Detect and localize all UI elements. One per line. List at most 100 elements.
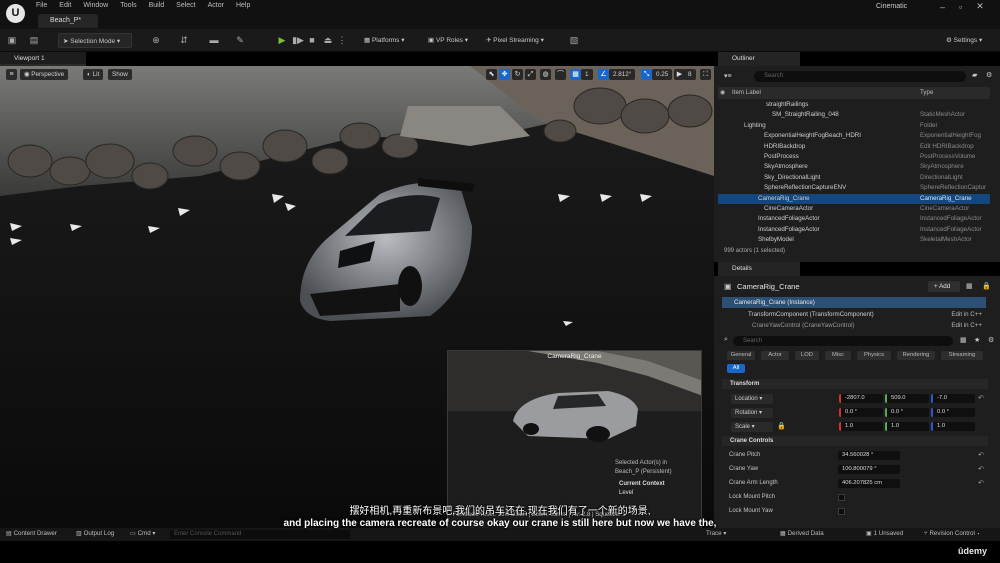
outliner-row[interactable]: Lighting Folder	[718, 121, 990, 131]
scale-icon[interactable]: ⤢	[525, 69, 536, 80]
output-log-button[interactable]: ▥ Output Log	[76, 530, 114, 537]
menu-tools[interactable]: Tools	[114, 2, 142, 9]
settings-gear-icon[interactable]: ⚙	[986, 71, 992, 79]
crane-controls-section-header[interactable]: Crane Controls	[722, 436, 988, 446]
details-search-input[interactable]: Search	[733, 336, 953, 346]
outliner-row[interactable]: straightRailings	[718, 100, 990, 110]
outliner-search-input[interactable]: Search	[754, 71, 966, 82]
camera-speed-value[interactable]: 8	[684, 69, 696, 80]
folder-add-icon[interactable]: ▰	[972, 71, 977, 79]
outliner-row[interactable]: InstancedFoliageActor InstancedFoliageAct…	[718, 214, 990, 224]
rotation-z-field[interactable]: 0.0 °	[931, 408, 975, 417]
outliner-row[interactable]: HDRIBackdrop Edit HDRIBackdrop	[718, 142, 990, 152]
category-actor[interactable]: Actor	[761, 351, 789, 360]
platforms-button[interactable]: ▦ Platforms ▾	[360, 33, 408, 48]
lock-icon[interactable]: 🔒	[982, 282, 991, 290]
close-icon[interactable]: ✕	[976, 1, 984, 12]
level-tab[interactable]: Beach_P*	[38, 14, 98, 28]
selection-mode-dropdown[interactable]: ➤ Selection Mode ▾	[58, 33, 132, 48]
viewport-menu-icon[interactable]: ≡	[6, 69, 17, 80]
grid-view-icon[interactable]: ▦	[960, 336, 967, 344]
details-tab[interactable]: Details	[718, 262, 800, 276]
perspective-button[interactable]: ◉ Perspective	[20, 69, 69, 80]
scale-dropdown[interactable]: Scale ▾	[731, 422, 773, 432]
save-icon[interactable]: ▣	[6, 34, 18, 46]
category-streaming[interactable]: Streaming	[941, 351, 983, 360]
column-type[interactable]: Type	[920, 89, 933, 96]
blueprint-icon-details[interactable]: ▦	[966, 282, 973, 290]
outliner-row[interactable]: CineCameraActor CineCameraActor	[718, 204, 990, 214]
details-settings-icon[interactable]: ⚙	[988, 336, 994, 344]
rotate-icon[interactable]: ↻	[512, 69, 523, 80]
crane-arm-length-field[interactable]: 406.207825 cm	[838, 479, 900, 488]
actor-name-field[interactable]: CameraRig_Crane	[737, 282, 800, 291]
crane-pitch-reset-icon[interactable]: ↶	[978, 451, 984, 459]
add-component-button[interactable]: + Add	[928, 281, 960, 292]
favorite-star-icon[interactable]: ★	[974, 336, 980, 344]
remote-control-icon[interactable]: ▧	[568, 34, 580, 46]
component-transform[interactable]: TransformComponent (TransformComponent) …	[722, 310, 986, 320]
location-reset-icon[interactable]: ↶	[978, 394, 984, 402]
rotation-dropdown[interactable]: Rotation ▾	[731, 408, 773, 418]
category-general[interactable]: General	[727, 351, 755, 360]
translate-icon[interactable]: ✥	[499, 69, 510, 80]
world-space-icon[interactable]: ◍	[540, 69, 551, 80]
viewport-tab[interactable]: Viewport 1	[0, 52, 86, 66]
menu-edit[interactable]: Edit	[53, 2, 77, 9]
menu-help[interactable]: Help	[230, 2, 256, 9]
scale-y-field[interactable]: 1.0	[885, 422, 929, 431]
play-options-icon[interactable]: ⋮	[336, 34, 348, 46]
add-actor-icon[interactable]: ⊕	[150, 34, 162, 46]
rotation-x-field[interactable]: 0.0 °	[839, 408, 883, 417]
rotation-y-field[interactable]: 0.0 °	[885, 408, 929, 417]
lit-button[interactable]: ◐ Lit	[83, 69, 104, 80]
stop-icon[interactable]: ■	[306, 34, 318, 46]
show-button[interactable]: Show	[108, 69, 132, 80]
eject-icon[interactable]: ⏏	[322, 34, 334, 46]
maximize-viewport-icon[interactable]: ⛶	[700, 69, 711, 80]
grid-size-value[interactable]: 1	[581, 69, 593, 80]
outliner-row[interactable]: PostProcess PostProcessVolume	[718, 152, 990, 162]
blueprint-icon[interactable]: ⇵	[178, 34, 190, 46]
crane-yaw-reset-icon[interactable]: ↶	[978, 465, 984, 473]
outliner-row[interactable]: SphereReflectionCaptureENV SphereReflecti…	[718, 183, 990, 193]
rotation-snap-icon[interactable]: ∠	[598, 69, 609, 80]
scale-snap-value[interactable]: 0.25	[652, 69, 673, 80]
outliner-row[interactable]: SM_StraightRailing_048 StaticMeshActor	[718, 110, 990, 120]
crane-pitch-field[interactable]: 34.560028 °	[838, 451, 900, 460]
filter-icon[interactable]: ▾≡	[724, 72, 732, 80]
scale-lock-icon[interactable]: 🔒	[777, 422, 786, 430]
category-misc[interactable]: Misc	[825, 351, 851, 360]
vp-roles-button[interactable]: ▣ VP Roles ▾	[424, 33, 472, 48]
crane-arm-reset-icon[interactable]: ↶	[978, 479, 984, 487]
lock-mount-pitch-checkbox[interactable]	[838, 494, 845, 501]
component-crane-yaw[interactable]: CraneYawControl (CraneYawControl) Edit i…	[722, 322, 986, 330]
pixel-streaming-button[interactable]: ✈ Pixel Streaming ▾	[482, 33, 548, 48]
outliner-row[interactable]: ShelbyModel SkeletalMeshActor	[718, 235, 990, 245]
transform-section-header[interactable]: Transform	[722, 379, 988, 389]
menu-file[interactable]: File	[30, 2, 53, 9]
location-y-field[interactable]: 509.0	[885, 394, 929, 403]
outliner-row[interactable]: SkyAtmosphere SkyAtmosphere	[718, 162, 990, 172]
location-z-field[interactable]: -7.0	[931, 394, 975, 403]
edit-in-cpp-link[interactable]: Edit in C++	[951, 310, 982, 320]
category-rendering[interactable]: Rendering	[897, 351, 935, 360]
outliner-row[interactable]: InstancedFoliageActor InstancedFoliageAct…	[718, 225, 990, 235]
scale-snap-icon[interactable]: ⤡	[641, 69, 652, 80]
settings-button[interactable]: ⚙ Settings ▾	[942, 33, 986, 48]
scale-z-field[interactable]: 1.0	[931, 422, 975, 431]
select-mode-icon[interactable]: ⬉	[486, 69, 497, 80]
revision-control-button[interactable]: ⑂ Revision Control ▾	[924, 530, 980, 537]
component-root[interactable]: CameraRig_Crane (Instance)	[722, 297, 986, 308]
unsaved-button[interactable]: ▣ 1 Unsaved	[866, 530, 903, 537]
content-browser-icon[interactable]: ▤	[28, 34, 40, 46]
category-all[interactable]: All	[727, 364, 745, 373]
step-icon[interactable]: ▮▶	[292, 34, 304, 46]
minimize-icon[interactable]: –	[940, 2, 945, 12]
menu-window[interactable]: Window	[77, 2, 114, 9]
grid-snap-icon[interactable]: ▦	[570, 69, 581, 80]
trace-button[interactable]: Trace ▾	[706, 530, 726, 537]
column-item-label[interactable]: Item Label	[732, 89, 761, 96]
surface-snap-icon[interactable]: ⌒	[555, 69, 566, 80]
console-input[interactable]: Enter Console Command	[170, 530, 350, 539]
